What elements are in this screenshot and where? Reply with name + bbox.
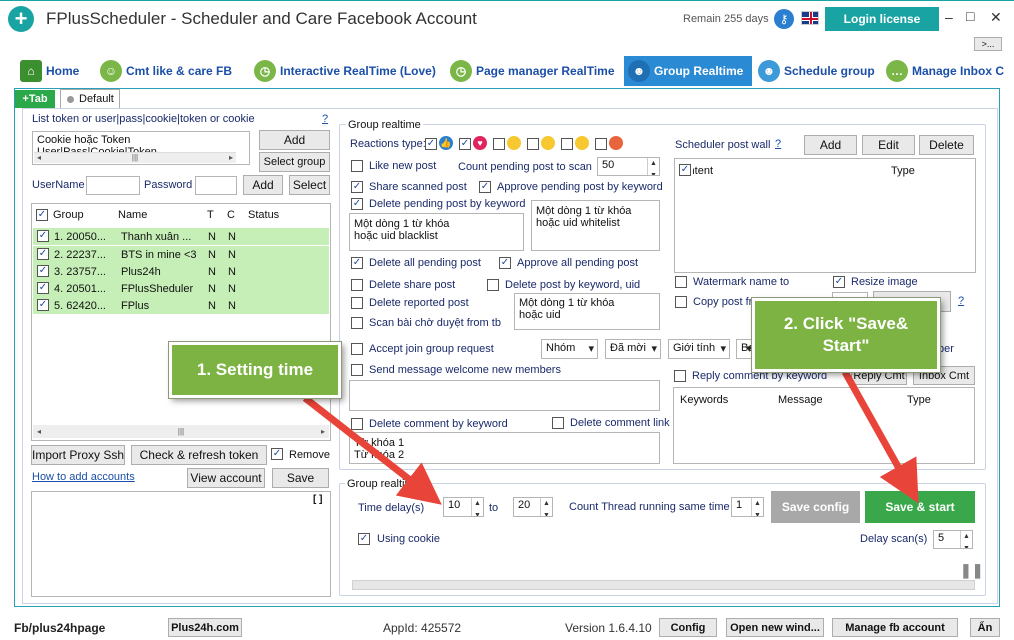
callout-setting-time: 1. Setting time <box>169 342 341 398</box>
arrow-to-time-delay <box>302 395 442 505</box>
callout-save-start: 2. Click "Save& Start" <box>752 298 940 372</box>
arrow-to-save-start <box>841 370 919 504</box>
